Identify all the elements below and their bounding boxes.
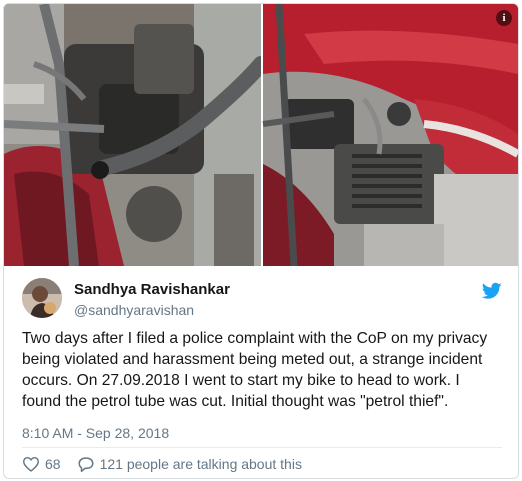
tweet-text-line: Two days after I filed a police complain… [22,330,488,347]
like-button[interactable]: 68 [22,456,77,472]
likes-count: 68 [45,456,61,472]
author-name[interactable]: Sandhya Ravishankar [74,281,230,298]
tweet-text: Two days after I filed a police complain… [22,328,508,412]
divider [22,447,502,448]
media-photos [4,4,518,266]
tweet-card[interactable]: i Sandhya Ravishankar @sandhyaravishan T… [3,3,519,479]
avatar-image [22,278,62,318]
photo-left[interactable] [4,4,269,266]
tweet-timestamp[interactable]: 8:10 AM - Sep 28, 2018 [22,425,169,441]
info-icon[interactable]: i [496,10,512,26]
tweet-media[interactable]: i [4,4,518,266]
tweet-text-line: being violated and harassment being mete… [22,351,483,368]
tweet-actions: 68 121 people are talking about this [22,453,302,475]
tweet-text-line: found the petrol tube was cut. Initial t… [22,393,449,410]
photo-right[interactable] [262,4,518,266]
reply-bubble-icon [78,456,94,472]
author-handle[interactable]: @sandhyaravishan [74,302,194,318]
tweet-author: Sandhya Ravishankar @sandhyaravishan [22,278,502,320]
talking-about-text: 121 people are talking about this [99,456,302,472]
talking-link[interactable]: 121 people are talking about this [77,456,302,473]
twitter-bird-icon[interactable] [482,282,502,300]
heart-icon [22,456,40,472]
tweet-text-line: occurs. On 27.09.2018 I went to start my… [22,372,460,389]
avatar[interactable] [22,278,62,318]
